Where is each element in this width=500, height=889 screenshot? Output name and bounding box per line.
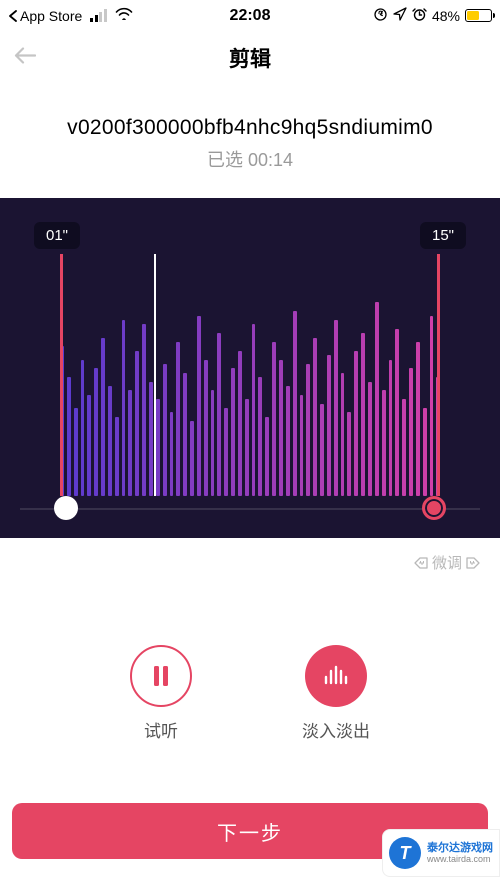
watermark-url: www.tairda.com: [427, 854, 493, 864]
back-app-label: App Store: [20, 8, 82, 24]
alarm-icon: [412, 7, 427, 25]
chevron-left-tag-icon: [414, 556, 428, 570]
waveform-area[interactable]: [60, 254, 440, 496]
clock: 22:08: [230, 7, 271, 25]
watermark-logo-icon: T: [389, 837, 421, 869]
page-title: 剪辑: [229, 43, 271, 73]
trim-handle-end[interactable]: [422, 496, 446, 520]
fade-wave-icon: [322, 665, 350, 687]
battery-icon: [465, 9, 492, 22]
selected-duration: 已选 00:14: [14, 146, 486, 172]
time-start-pill: 01": [34, 222, 80, 249]
file-info: v0200f300000bfb4nhc9hq5sndiumim0 已选 00:1…: [0, 88, 500, 176]
next-label: 下一步: [217, 817, 283, 846]
fine-tune-label: 微调: [432, 552, 462, 573]
back-button[interactable]: [14, 47, 36, 70]
file-name: v0200f300000bfb4nhc9hq5sndiumim0: [14, 116, 486, 140]
time-end-pill: 15": [420, 222, 466, 249]
battery-percent: 48%: [432, 8, 460, 24]
watermark: T 泰尔达游戏网 www.tairda.com: [382, 829, 500, 877]
fade-button[interactable]: [305, 645, 367, 707]
cell-signal-icon: [90, 9, 107, 22]
title-bar: 剪辑: [0, 28, 500, 88]
status-bar: App Store 22:08 48%: [0, 0, 500, 28]
back-to-app[interactable]: App Store: [8, 8, 82, 24]
action-row: 试听 淡入淡出: [0, 645, 500, 742]
selection-edge-right: [437, 254, 440, 496]
trim-track: [20, 508, 480, 510]
wifi-icon: [115, 7, 133, 24]
waveform-panel: 01" 15": [0, 198, 500, 538]
preview-action: 试听: [130, 645, 192, 742]
chevron-right-tag-icon: [466, 556, 480, 570]
orientation-lock-icon: [373, 7, 388, 25]
preview-label: 试听: [144, 717, 178, 742]
chevron-left-icon: [8, 10, 18, 22]
preview-button[interactable]: [130, 645, 192, 707]
playhead[interactable]: [154, 254, 156, 496]
pause-icon: [151, 664, 171, 688]
fine-tune-button[interactable]: 微调: [0, 552, 500, 573]
watermark-brand: 泰尔达游戏网: [427, 842, 493, 855]
back-arrow-icon: [14, 47, 36, 65]
fade-label: 淡入淡出: [302, 717, 370, 742]
selection-edge-left: [60, 254, 63, 496]
fade-action: 淡入淡出: [302, 645, 370, 742]
trim-handle-start[interactable]: [54, 496, 78, 520]
location-icon: [393, 7, 407, 24]
waveform-bars: [60, 302, 440, 496]
